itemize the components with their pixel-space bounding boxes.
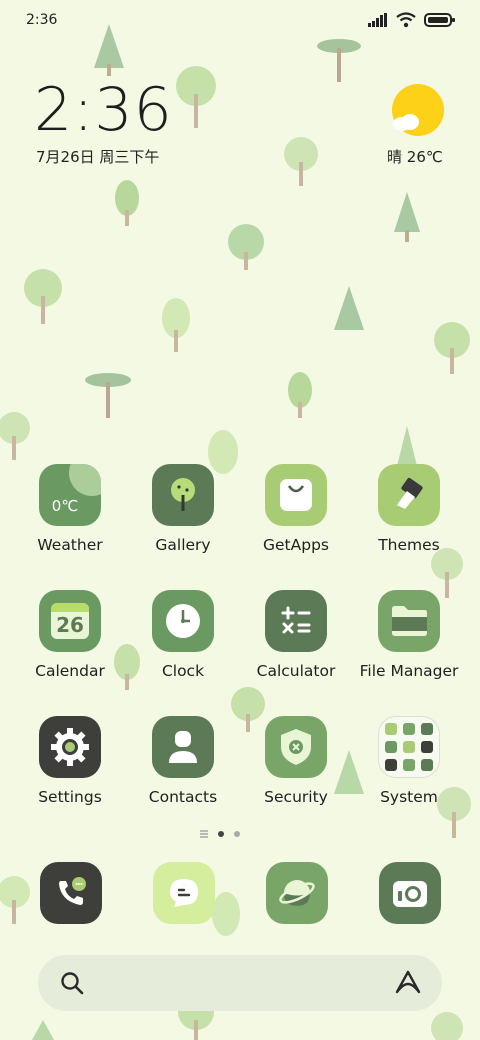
app-label: Calendar: [35, 662, 105, 680]
search-icon[interactable]: [60, 971, 84, 995]
app-label: Contacts: [148, 788, 218, 806]
camera-icon[interactable]: [379, 862, 441, 924]
signal-icon: [368, 13, 387, 27]
weather-icon: 0℃: [39, 464, 101, 526]
person-icon: [152, 716, 214, 778]
clock-icon: [152, 590, 214, 652]
round-tree-icon: [24, 269, 62, 324]
app-label: Security: [264, 788, 328, 806]
app-file-manager[interactable]: File Manager: [353, 590, 465, 700]
round-tree-icon: [434, 322, 470, 374]
calendar-icon: 26: [39, 590, 101, 652]
round-tree-icon: [176, 66, 216, 128]
app-getapps[interactable]: GetApps: [240, 464, 352, 574]
status-icons: [368, 12, 456, 28]
messages-icon[interactable]: [153, 862, 215, 924]
app-label: File Manager: [359, 662, 459, 680]
cloud-icon: [393, 114, 419, 131]
bushy-tree-icon: [228, 224, 264, 270]
app-label: Weather: [37, 536, 103, 554]
search-bar[interactable]: [38, 955, 442, 1011]
oval-tree-icon: [288, 372, 312, 418]
app-clock[interactable]: Clock: [127, 590, 239, 700]
wifi-icon: [396, 12, 416, 28]
gear-icon: [39, 716, 101, 778]
calculator-icon: [265, 590, 327, 652]
battery-icon: [424, 13, 455, 27]
paintbrush-icon: [378, 464, 440, 526]
app-label: Gallery: [155, 536, 211, 554]
pine-tree-icon: [394, 192, 420, 242]
folder-grid-icon: [378, 716, 440, 778]
round-tree-icon: [0, 876, 30, 924]
shield-icon: [265, 716, 327, 778]
page-indicator[interactable]: [200, 830, 240, 838]
pine-tree-icon: [32, 1020, 54, 1040]
round-tree-icon: [284, 137, 318, 186]
app-themes[interactable]: Themes: [353, 464, 465, 574]
pine-tree-icon: [334, 286, 364, 330]
shopping-bag-icon: [265, 464, 327, 526]
app-gallery[interactable]: Gallery: [127, 464, 239, 574]
status-time: 2:36: [26, 12, 58, 28]
app-calculator[interactable]: Calculator: [240, 590, 352, 700]
weather-icon-temp: 0℃: [51, 497, 79, 515]
calendar-day: 26: [56, 613, 84, 637]
app-label: System: [380, 788, 438, 806]
app-label: Clock: [161, 662, 205, 680]
folder-icon: [378, 590, 440, 652]
app-label: Settings: [38, 788, 102, 806]
pine-tree-icon: [94, 24, 124, 76]
flat-tree-icon: [317, 39, 361, 82]
phone-icon[interactable]: [40, 862, 102, 924]
tree-icon: [152, 464, 214, 526]
app-system-folder[interactable]: System: [353, 716, 465, 826]
page-list-icon: [200, 830, 208, 838]
weather-condition: 晴: [387, 148, 403, 166]
app-calendar[interactable]: 26 Calendar: [14, 590, 126, 700]
round-tree-icon: [0, 412, 30, 460]
oval-tree-icon: [162, 298, 190, 352]
app-label: Themes: [378, 536, 440, 554]
app-label: Calculator: [256, 662, 336, 680]
assistant-icon[interactable]: [394, 969, 422, 995]
round-tree-icon: [431, 1012, 463, 1040]
weather-widget-label[interactable]: 晴 26℃: [387, 146, 443, 167]
app-settings[interactable]: Settings: [14, 716, 126, 826]
browser-icon[interactable]: [266, 862, 328, 924]
flat-tree-icon: [85, 373, 131, 418]
clock-widget-date[interactable]: 7月26日 周三下午: [36, 146, 159, 167]
app-weather[interactable]: 0℃ Weather: [14, 464, 126, 574]
app-label: GetApps: [263, 536, 329, 554]
page-dot[interactable]: [234, 831, 240, 837]
app-contacts[interactable]: Contacts: [127, 716, 239, 826]
oval-tree-icon: [115, 180, 139, 226]
weather-temperature: 26℃: [406, 148, 443, 166]
clock-widget-time[interactable]: 2:36: [34, 74, 173, 146]
app-security[interactable]: Security: [240, 716, 352, 826]
page-dot-active[interactable]: [218, 831, 224, 837]
